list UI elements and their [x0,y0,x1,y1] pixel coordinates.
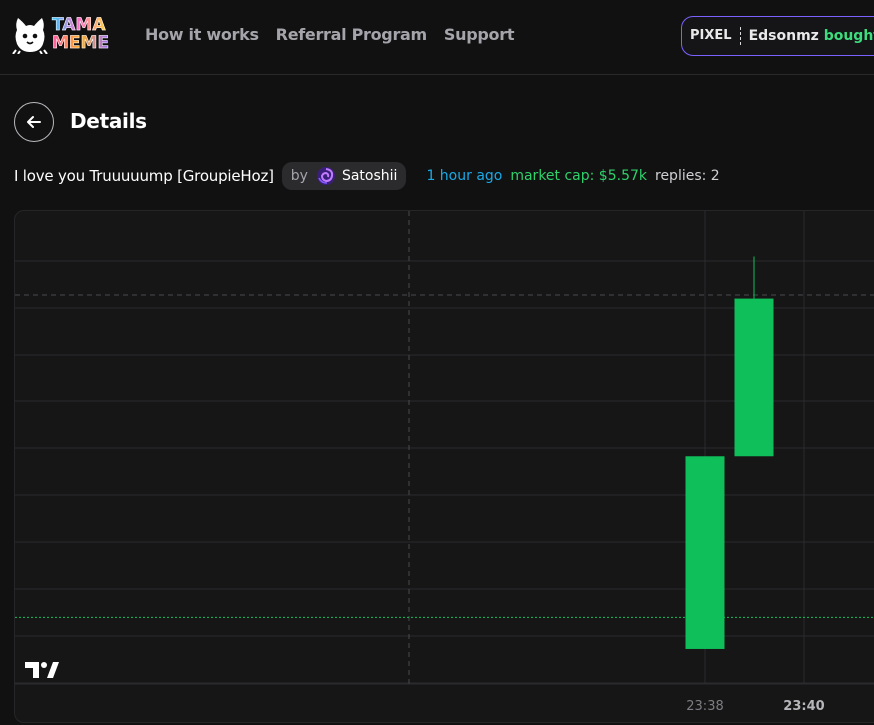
candle-body [734,298,774,457]
nav-support[interactable]: Support [444,25,515,44]
logo-line-1: TAMA [52,15,106,35]
main-nav: How it works Referral Program Support [145,25,514,44]
ticker-symbol: PIXEL [682,27,741,45]
nav-referral-program[interactable]: Referral Program [276,25,428,44]
token-meta-row: I love you Truuuuump [GroupieHoz] by Sat… [14,162,720,190]
price-chart-panel[interactable]: 23:38 23:40 [14,210,874,723]
replies-count: replies: 2 [655,168,720,184]
candlestick-chart[interactable]: 23:38 23:40 [15,211,874,723]
logo-wordmark: TAMA MEME [52,15,110,53]
ticker-message: Edsonmz bought 14 [741,28,874,44]
candle-body [685,456,725,649]
tradingview-logo-icon[interactable] [25,662,59,678]
logo-line-2: MEME [52,33,110,53]
x-tick-label: 23:38 [686,699,723,714]
market-cap: market cap: $5.57k [510,168,647,184]
x-tick-label: 23:40 [783,699,824,714]
back-button[interactable] [14,102,54,142]
top-navigation-bar: TAMA MEME How it works Referral Program … [0,0,874,75]
swirl-avatar-icon [316,167,335,185]
live-trade-ticker[interactable]: PIXEL Edsonmz bought 14 [681,16,874,56]
creator-name: Satoshii [341,168,398,184]
mascot-icon [12,18,48,54]
creator-by-label: by [290,168,308,184]
arrow-left-icon [27,116,41,128]
ticker-user: Edsonmz [748,28,819,44]
token-name: I love you Truuuuump [GroupieHoz] [14,167,274,185]
nav-how-it-works[interactable]: How it works [145,25,259,44]
time-ago: 1 hour ago [426,168,503,184]
page-title: Details [70,109,147,133]
tamameme-logo[interactable]: TAMA MEME [12,14,109,54]
ticker-action: bought [823,28,874,44]
creator-badge[interactable]: by Satoshii [281,162,407,190]
